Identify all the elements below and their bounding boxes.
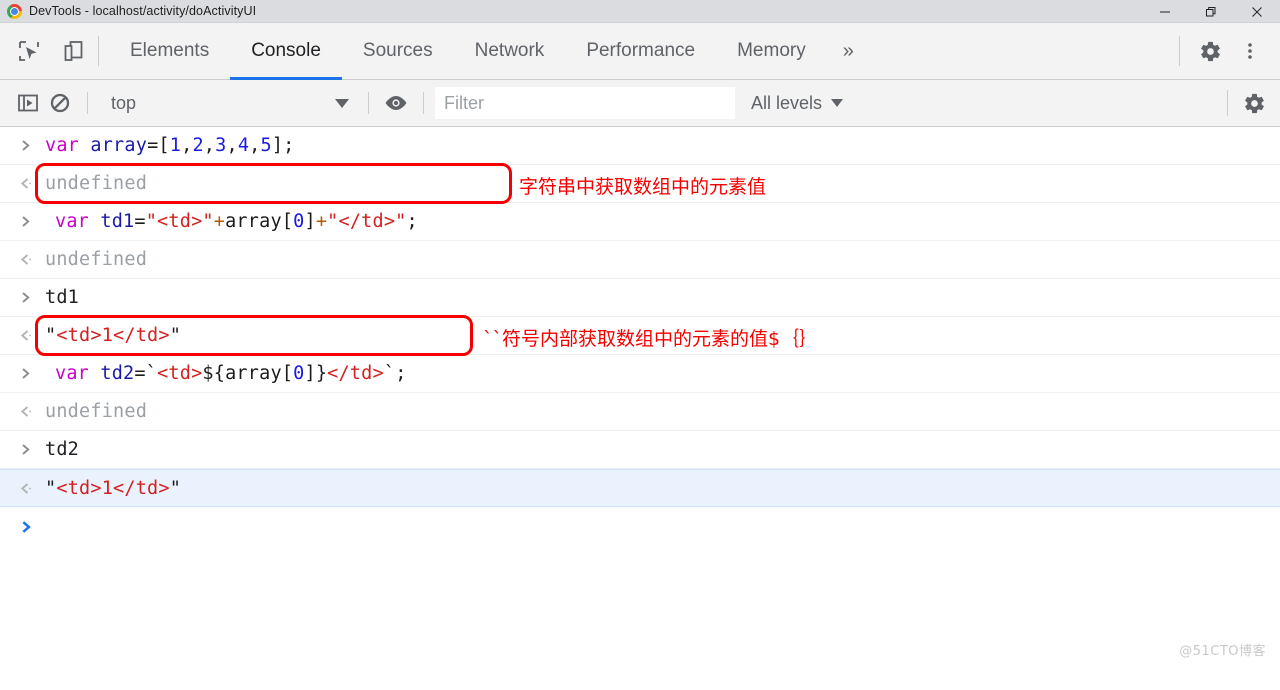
console-row-output-selected: "<td>1</td>" [0,469,1280,507]
device-toolbar-icon[interactable] [58,36,88,66]
live-expression-eye-icon[interactable] [380,87,412,119]
input-marker-icon [13,443,45,456]
console-code: var array=[1,2,3,4,5]; [45,135,295,156]
more-tabs-icon[interactable]: » [827,23,870,79]
output-marker-icon [13,329,45,342]
chevron-down-icon [831,99,844,107]
input-marker-icon [13,139,45,152]
close-button[interactable] [1234,0,1280,23]
tabstrip-right-divider [1179,36,1180,66]
console-code: td2 [45,439,80,460]
console-result: undefined [45,401,148,422]
tabstrip-actions [1169,23,1280,79]
tab-elements[interactable]: Elements [109,23,230,79]
console-result: "<td>1</td>" [45,477,182,499]
console-result: undefined [45,173,148,194]
log-levels-label: All levels [751,92,823,113]
toolbar-divider-4 [1227,90,1228,116]
input-marker-icon [13,367,45,380]
console-code: var td1="<td>"+array[0]+"</td>"; [55,211,418,232]
window-title: DevTools - localhost/activity/doActivity… [29,4,257,18]
annotation-text-td2: ``符号内部获取数组中的元素的值$｛｝ [483,328,819,350]
inspect-element-icon[interactable] [14,36,44,66]
minimize-button[interactable] [1142,0,1188,23]
console-result: undefined [45,249,148,270]
restore-button[interactable] [1188,0,1234,23]
execution-context-selector[interactable]: top [99,88,357,118]
filter-input[interactable]: Filter [435,87,735,119]
window-controls [1142,0,1280,23]
console-output-area[interactable]: var array=[1,2,3,4,5]; undefined var td1… [0,127,1280,669]
console-code: var td2=`<td>${array[0]}</td>`; [55,363,407,384]
output-marker-icon [13,253,45,266]
watermark: @51CTO博客 [1179,644,1266,659]
input-marker-icon [13,215,45,228]
console-row-output: undefined [0,393,1280,431]
console-toolbar: top Filter All levels [0,80,1280,127]
devtools-tabs: Elements Console Sources Network Perform… [109,23,1169,80]
tab-network[interactable]: Network [454,23,566,79]
annotation-text-td1: 字符串中获取数组中的元素值 [519,176,767,198]
execution-context-label: top [111,92,137,113]
tabstrip-divider [98,36,99,66]
console-result: "<td>1</td>" [45,325,182,346]
tab-performance[interactable]: Performance [565,23,716,79]
devtools-tabstrip: Elements Console Sources Network Perform… [0,23,1280,80]
chrome-logo-icon [7,3,22,19]
console-code: td1 [45,287,80,308]
console-row-output: undefined [0,241,1280,279]
output-marker-icon [13,405,45,418]
tabstrip-tools [0,23,88,79]
prompt-marker-icon [13,520,45,534]
output-marker-icon [13,482,45,495]
toolbar-divider-2 [368,92,369,114]
log-levels-selector[interactable]: All levels [751,92,844,114]
output-marker-icon [13,177,45,190]
console-row-input[interactable]: td1 [0,279,1280,317]
console-sidebar-toggle-icon[interactable] [12,87,44,119]
tab-console[interactable]: Console [230,23,342,80]
clear-console-icon[interactable] [44,87,76,119]
console-settings-gear-icon[interactable] [1238,87,1270,119]
input-marker-icon [13,291,45,304]
tab-sources[interactable]: Sources [342,23,454,79]
console-row-input[interactable]: td2 [0,431,1280,469]
console-row-input[interactable]: var array=[1,2,3,4,5]; [0,127,1280,165]
more-vertical-icon[interactable] [1230,31,1270,71]
console-row-input[interactable]: var td1="<td>"+array[0]+"</td>"; [0,203,1280,241]
window-titlebar: DevTools - localhost/activity/doActivity… [0,0,1280,23]
console-prompt-row[interactable] [0,507,1280,547]
gear-icon[interactable] [1190,31,1230,71]
tab-memory[interactable]: Memory [716,23,827,79]
toolbar-divider-3 [423,92,424,114]
toolbar-divider-1 [87,92,88,114]
console-row-input[interactable]: var td2=`<td>${array[0]}</td>`; [0,355,1280,393]
chevron-down-icon [335,98,349,108]
